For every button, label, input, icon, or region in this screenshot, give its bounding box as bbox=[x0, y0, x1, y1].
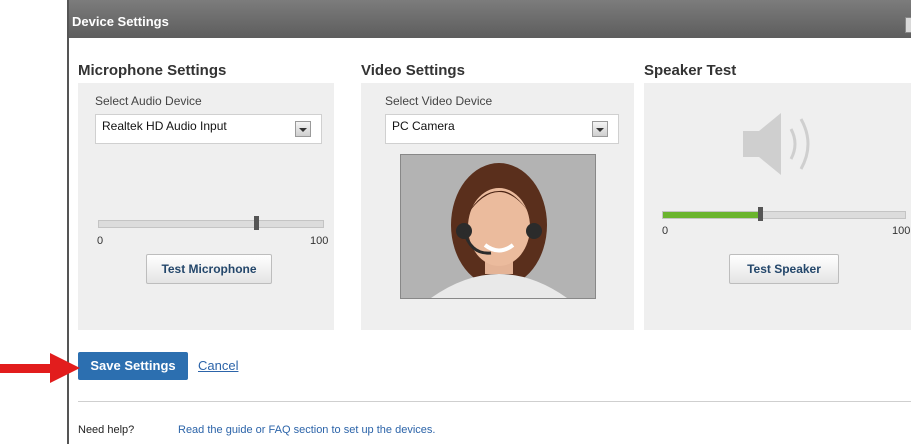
cancel-link[interactable]: Cancel bbox=[198, 358, 238, 373]
microphone-panel: Select Audio Device Realtek HD Audio Inp… bbox=[78, 83, 334, 330]
help-link[interactable]: Read the guide or FAQ section to set up … bbox=[178, 424, 435, 436]
speaker-slider-thumb[interactable] bbox=[757, 207, 763, 221]
speaker-slider-fill bbox=[663, 212, 760, 218]
speaker-slider-min: 0 bbox=[662, 225, 669, 237]
video-section-title: Video Settings bbox=[361, 62, 465, 79]
audio-device-select[interactable]: Realtek HD Audio Input bbox=[95, 114, 322, 144]
speaker-volume-slider[interactable] bbox=[662, 207, 906, 221]
save-settings-button[interactable]: Save Settings bbox=[78, 352, 188, 380]
device-settings-dialog: Device Settings Microphone Settings Sele… bbox=[67, 0, 911, 444]
audio-device-value: Realtek HD Audio Input bbox=[102, 119, 227, 133]
video-device-label: Select Video Device bbox=[385, 94, 493, 108]
dialog-titlebar: Device Settings bbox=[69, 0, 911, 38]
speaker-panel: 0 100 Test Speaker bbox=[644, 83, 911, 330]
audio-device-label: Select Audio Device bbox=[95, 94, 202, 108]
chevron-down-icon[interactable] bbox=[295, 121, 311, 137]
help-label: Need help? bbox=[78, 424, 135, 436]
person-preview-image bbox=[401, 155, 595, 298]
divider bbox=[78, 401, 911, 402]
speaker-slider-max: 100 bbox=[892, 225, 911, 237]
chevron-down-icon[interactable] bbox=[592, 121, 608, 137]
speaker-section-title: Speaker Test bbox=[644, 62, 737, 79]
test-speaker-button[interactable]: Test Speaker bbox=[729, 254, 839, 284]
speaker-icon bbox=[743, 113, 810, 175]
test-microphone-button[interactable]: Test Microphone bbox=[146, 254, 272, 284]
microphone-slider-thumb[interactable] bbox=[253, 216, 259, 230]
red-arrow-icon bbox=[0, 353, 80, 383]
microphone-slider-max: 100 bbox=[310, 235, 329, 247]
microphone-slider-min: 0 bbox=[97, 235, 104, 247]
close-icon[interactable] bbox=[905, 17, 911, 33]
microphone-section-title: Microphone Settings bbox=[78, 62, 227, 79]
microphone-volume-slider[interactable] bbox=[98, 216, 324, 230]
camera-preview bbox=[400, 154, 596, 299]
dialog-title: Device Settings bbox=[72, 14, 169, 29]
video-device-select[interactable]: PC Camera bbox=[385, 114, 619, 144]
video-device-value: PC Camera bbox=[392, 119, 455, 133]
